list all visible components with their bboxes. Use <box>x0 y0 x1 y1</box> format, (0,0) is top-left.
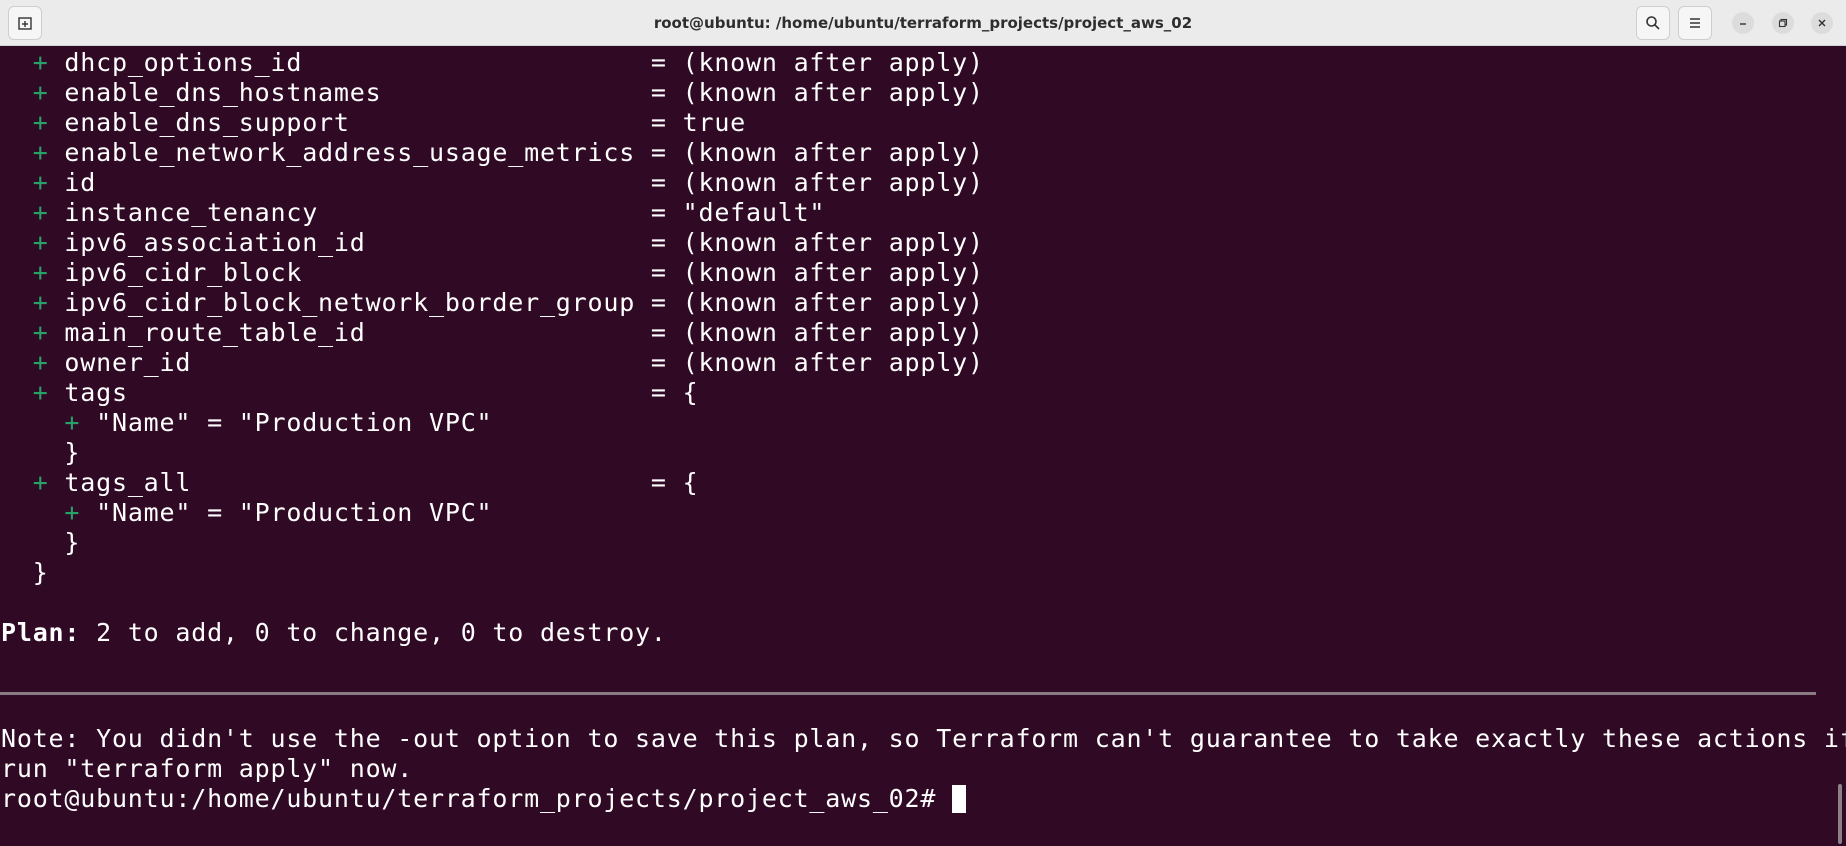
attribute-line: + id = (known after apply) <box>1 168 984 198</box>
attribute-line: + enable_dns_support = true <box>1 108 746 138</box>
attribute-line: + ipv6_cidr_block = (known after apply) <box>1 258 984 288</box>
attribute-value: = { <box>650 378 699 407</box>
plus-marker: + <box>32 138 49 167</box>
plus-marker: + <box>32 48 49 77</box>
minimize-icon <box>1740 23 1746 25</box>
maximize-button[interactable] <box>1772 12 1794 34</box>
attribute-line: + tags = { <box>1 378 698 408</box>
attribute-line: + instance_tenancy = "default" <box>1 198 825 228</box>
attribute-value: = (known after apply) <box>650 168 984 197</box>
attribute-name: instance_tenancy <box>64 198 651 227</box>
plus-marker: + <box>32 288 49 317</box>
attribute-line: + ipv6_cidr_block_network_border_group =… <box>1 288 984 318</box>
attribute-line: + enable_network_address_usage_metrics =… <box>1 138 984 168</box>
tags-all-entry-line: + "Name" = "Production VPC" <box>64 498 493 527</box>
attribute-name: enable_network_address_usage_metrics <box>64 138 651 167</box>
plus-marker: + <box>32 318 49 347</box>
plus-marker: + <box>32 378 49 407</box>
attribute-value: = (known after apply) <box>650 228 984 257</box>
attribute-value: = (known after apply) <box>650 258 984 287</box>
plus-marker: + <box>32 78 49 107</box>
attribute-line: + enable_dns_hostnames = (known after ap… <box>1 78 984 108</box>
note-line-1: Note: You didn't use the -out option to … <box>1 724 1846 753</box>
attribute-value: = (known after apply) <box>650 138 984 167</box>
attribute-value: = true <box>650 108 747 137</box>
plus-marker: + <box>32 168 49 197</box>
plan-label: Plan: <box>1 618 81 647</box>
plus-marker: + <box>64 498 81 527</box>
plus-marker: + <box>32 348 49 377</box>
window-title: root@ubuntu: /home/ubuntu/terraform_proj… <box>653 14 1193 32</box>
maximize-icon <box>1778 18 1788 28</box>
close-icon <box>1818 19 1826 27</box>
resource-close-brace: } <box>32 558 49 587</box>
plus-marker: + <box>32 198 49 227</box>
attribute-name: owner_id <box>64 348 651 377</box>
tags-all-line: + tags_all = { <box>32 468 699 497</box>
attribute-line: + owner_id = (known after apply) <box>1 348 984 378</box>
attribute-line: + dhcp_options_id = (known after apply) <box>1 48 984 78</box>
tags-entry-line: + "Name" = "Production VPC" <box>64 408 493 437</box>
terminal-output[interactable]: + dhcp_options_id = (known after apply) … <box>0 46 1846 846</box>
hamburger-menu-icon <box>1690 18 1700 28</box>
attribute-value: = (known after apply) <box>650 318 984 347</box>
plan-summary: Plan: 2 to add, 0 to change, 0 to destro… <box>1 618 667 648</box>
attribute-name: ipv6_cidr_block_network_border_group <box>64 288 651 317</box>
attribute-name: tags <box>64 378 651 407</box>
attribute-value: = "default" <box>650 198 826 227</box>
search-button[interactable] <box>1636 6 1670 40</box>
attribute-name: main_route_table_id <box>64 318 651 347</box>
attribute-name: dhcp_options_id <box>64 48 651 77</box>
plus-marker: + <box>64 408 81 437</box>
plus-marker: + <box>32 468 49 497</box>
attribute-name: enable_dns_hostnames <box>64 78 651 107</box>
plan-text: 2 to add, 0 to change, 0 to destroy. <box>80 618 667 647</box>
attribute-name: id <box>64 168 651 197</box>
attribute-value: = (known after apply) <box>650 48 984 77</box>
shell-prompt: root@ubuntu:/home/ubuntu/terraform_proje… <box>1 784 953 813</box>
plus-marker: + <box>32 258 49 287</box>
title-bar: root@ubuntu: /home/ubuntu/terraform_proj… <box>0 0 1846 46</box>
attribute-name: ipv6_association_id <box>64 228 651 257</box>
attribute-value: = (known after apply) <box>650 288 984 317</box>
attribute-line: + main_route_table_id = (known after app… <box>1 318 984 348</box>
attribute-value: = (known after apply) <box>650 348 984 377</box>
text-cursor <box>952 785 967 813</box>
separator-line <box>0 692 1816 695</box>
attribute-name: ipv6_cidr_block <box>64 258 651 287</box>
attribute-line: + ipv6_association_id = (known after app… <box>1 228 984 258</box>
plus-marker: + <box>32 108 49 137</box>
search-icon <box>1646 16 1660 30</box>
minimize-button[interactable] <box>1732 12 1754 34</box>
tags-all-close-brace: } <box>64 528 81 557</box>
close-button[interactable] <box>1811 12 1833 34</box>
attribute-value: = (known after apply) <box>650 78 984 107</box>
shell-prompt-line[interactable]: root@ubuntu:/home/ubuntu/terraform_proje… <box>1 784 967 814</box>
tags-close-brace: } <box>64 438 81 467</box>
plus-marker: + <box>32 228 49 257</box>
note-line-2: run "terraform apply" now. <box>1 754 414 783</box>
menu-button[interactable] <box>1678 6 1712 40</box>
scrollbar[interactable] <box>1838 784 1842 844</box>
attribute-name: enable_dns_support <box>64 108 651 137</box>
